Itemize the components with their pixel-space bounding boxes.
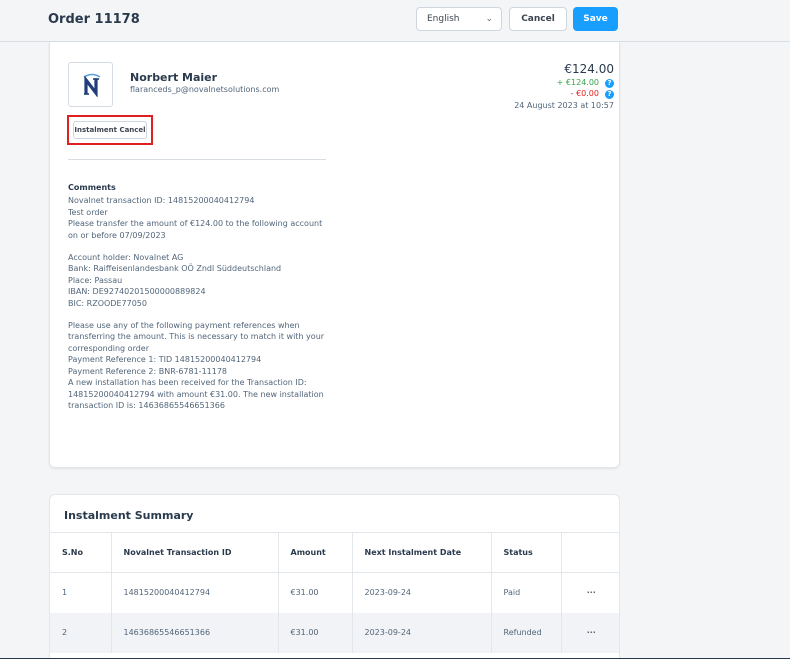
cell-status: Paid bbox=[491, 572, 562, 613]
row-menu-button[interactable]: ··· bbox=[561, 573, 619, 613]
comments-block: Novalnet transaction ID: 148152000404127… bbox=[68, 196, 323, 240]
instalment-table: S.No Novalnet Transaction ID Amount Next… bbox=[50, 532, 619, 653]
order-details-card: Norbert Maier flaranceds_p@novalnetsolut… bbox=[49, 42, 620, 468]
cell-tid: 14636865546651366 bbox=[111, 612, 279, 653]
divider bbox=[68, 159, 326, 160]
instalment-cancel-highlight: Instalment Cancel bbox=[67, 115, 153, 145]
page-title: Order 11178 bbox=[48, 12, 140, 27]
comments-section: Comments Novalnet transaction ID: 148152… bbox=[68, 182, 336, 411]
table-header-row: S.No Novalnet Transaction ID Amount Next… bbox=[50, 532, 619, 573]
cell-status: Refunded bbox=[491, 612, 562, 653]
avatar bbox=[68, 62, 113, 107]
top-bar: Order 11178 English ⌄ Cancel Save bbox=[0, 0, 790, 42]
comments-block: Please use any of the following payment … bbox=[68, 321, 325, 410]
customer-name: Norbert Maier bbox=[130, 71, 218, 84]
column-header: Novalnet Transaction ID bbox=[111, 532, 279, 573]
column-header: Next Instalment Date bbox=[352, 532, 492, 573]
instalment-summary-title: Instalment Summary bbox=[64, 509, 194, 522]
cell-tid: 14815200040412794 bbox=[111, 572, 279, 613]
chevron-down-icon: ⌄ bbox=[485, 14, 493, 24]
question-circle-icon[interactable]: ? bbox=[605, 79, 614, 88]
customer-email[interactable]: flaranceds_p@novalnetsolutions.com bbox=[130, 85, 279, 94]
column-header: Status bbox=[491, 532, 562, 573]
table-row: 2 14636865546651366 €31.00 2023-09-24 Re… bbox=[50, 612, 619, 653]
instalment-summary-card: Instalment Summary S.No Novalnet Transac… bbox=[49, 494, 620, 659]
novalnet-logo-icon bbox=[83, 73, 101, 97]
row-menu-button[interactable]: ··· bbox=[561, 612, 619, 653]
order-date: 24 August 2023 at 10:57 bbox=[514, 101, 614, 110]
column-header: Amount bbox=[278, 532, 353, 573]
language-select[interactable]: English ⌄ bbox=[416, 7, 502, 31]
order-total: €124.00 bbox=[564, 62, 614, 76]
cell-sno: 2 bbox=[50, 612, 112, 653]
cell-date: 2023-09-24 bbox=[352, 612, 492, 653]
comments-block: Account holder: Novalnet AG Bank: Raiffe… bbox=[68, 253, 282, 308]
cell-date: 2023-09-24 bbox=[352, 572, 492, 613]
save-button[interactable]: Save bbox=[573, 7, 618, 31]
comments-title: Comments bbox=[68, 183, 116, 192]
question-circle-icon[interactable]: ? bbox=[605, 90, 614, 99]
order-amount-refunded: - €0.00 bbox=[570, 89, 599, 98]
column-header bbox=[561, 532, 619, 573]
cell-amount: €31.00 bbox=[278, 612, 353, 653]
cell-amount: €31.00 bbox=[278, 572, 353, 613]
language-select-value: English bbox=[427, 14, 460, 24]
cell-sno: 1 bbox=[50, 572, 112, 613]
cancel-button[interactable]: Cancel bbox=[509, 7, 567, 31]
order-amount-paid: + €124.00 bbox=[556, 78, 599, 87]
table-row: 1 14815200040412794 €31.00 2023-09-24 Pa… bbox=[50, 572, 619, 613]
column-header: S.No bbox=[50, 532, 112, 573]
instalment-cancel-button[interactable]: Instalment Cancel bbox=[73, 121, 147, 139]
